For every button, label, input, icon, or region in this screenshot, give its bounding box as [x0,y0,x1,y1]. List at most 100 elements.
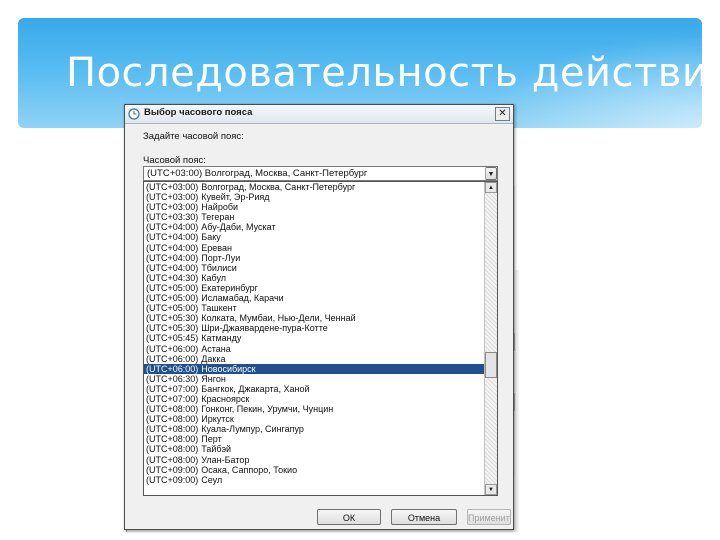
timezone-option-name: Дакка [201,353,226,364]
close-icon[interactable]: ✕ [495,107,510,121]
timezone-option-code: (UTC+05:30) [146,313,199,324]
timezone-option-code: (UTC+04:30) [146,272,199,283]
timezone-option-code: (UTC+06:00) [146,363,199,374]
timezone-option[interactable]: (UTC+08:00) Куала-Лумпур, Сингапур [144,424,484,434]
timezone-option[interactable]: (UTC+06:30) Янгон [144,374,484,384]
timezone-option-name: Баку [201,232,221,243]
timezone-option-name: Улан-Батор [201,454,250,465]
dialog-title: Выбор часового пояса [144,107,253,118]
timezone-option-name: Ереван [201,242,232,253]
timezone-option[interactable]: (UTC+03:00) Кувейт, Эр-Рияд [144,192,484,202]
timezone-select-value: (UTC+03:00) Волгоград, Москва, Санкт-Пет… [147,168,368,179]
timezone-option[interactable]: (UTC+05:45) Катманду [144,333,484,343]
timezone-option[interactable]: (UTC+09:00) Осака, Саппоро, Токио [144,465,484,475]
timezone-option[interactable]: (UTC+04:00) Тбилиси [144,263,484,273]
timezone-option-name: Волгоград, Москва, Санкт-Петербург [201,182,356,192]
timezone-option[interactable]: (UTC+05:30) Колката, Мумбаи, Нью-Дели, Че… [144,313,484,323]
timezone-option[interactable]: (UTC+08:00) Перт [144,434,484,444]
timezone-option-name: Тбилиси [201,262,237,273]
timezone-option[interactable]: (UTC+03:00) Волгоград, Москва, Санкт-Пете… [144,182,484,192]
timezone-option-name: Сеул [201,474,223,485]
timezone-option-name: Новосибирск [201,363,256,374]
timezone-option-code: (UTC+04:00) [146,262,199,273]
scroll-down-icon[interactable]: ▼ [485,484,497,495]
timezone-option[interactable]: (UTC+08:00) Тайбэй [144,444,484,454]
timezone-option-name: Астана [201,343,231,354]
timezone-option[interactable]: (UTC+09:00) Сеул [144,475,484,485]
timezone-option-name: Осака, Саппоро, Токио [201,464,298,475]
timezone-option[interactable]: (UTC+03:30) Тегеран [144,212,484,222]
dialog-buttons: ОК Отмена Применить [125,509,513,529]
timezone-option-code: (UTC+08:00) [146,434,199,445]
timezone-option-code: (UTC+08:00) [146,414,199,425]
timezone-option[interactable]: (UTC+04:00) Ереван [144,243,484,253]
timezone-option-code: (UTC+04:00) [146,242,199,253]
timezone-option-name: Исламабад, Карачи [201,293,284,304]
timezone-option-code: (UTC+07:00) [146,383,199,394]
timezone-option-name: Порт-Луи [201,252,241,263]
scroll-thumb[interactable] [485,352,497,378]
timezone-option[interactable]: (UTC+06:00) Дакка [144,354,484,364]
timezone-label: Часовой пояс: [143,155,206,166]
cancel-button[interactable]: Отмена [391,509,457,525]
slide-title: Последовательность действий [66,50,720,96]
timezone-option[interactable]: (UTC+04:30) Кабул [144,273,484,283]
timezone-option-code: (UTC+03:00) [146,192,199,203]
timezone-option[interactable]: (UTC+03:00) Найроби [144,202,484,212]
chevron-down-icon[interactable]: ▼ [485,167,497,180]
timezone-option-name: Ташкент [201,303,237,314]
clock-icon [128,108,140,120]
timezone-list: (UTC+03:00) Волгоград, Москва, Санкт-Пете… [144,182,484,485]
apply-button[interactable]: Применить [467,509,511,525]
timezone-option-name: Иркутск [201,414,234,425]
timezone-option-name: Екатеринбург [201,282,258,293]
timezone-option[interactable]: (UTC+05:30) Шри-Джаявардене-пура-Котте [144,323,484,333]
list-scrollbar[interactable]: ▲ ▼ [484,182,497,495]
ok-button[interactable]: ОК [317,509,381,525]
timezone-option-code: (UTC+08:00) [146,454,199,465]
timezone-option[interactable]: (UTC+05:00) Исламабад, Карачи [144,293,484,303]
timezone-option-name: Тайбэй [201,444,232,455]
timezone-option-code: (UTC+05:45) [146,333,199,344]
timezone-option-name: Найроби [201,202,239,213]
timezone-option-code: (UTC+04:00) [146,232,199,243]
timezone-option[interactable]: (UTC+04:00) Абу-Даби, Мускат [144,222,484,232]
timezone-option[interactable]: (UTC+08:00) Гонконг, Пекин, Урумчи, Чунци… [144,404,484,414]
timezone-option[interactable]: (UTC+08:00) Иркутск [144,414,484,424]
timezone-option-code: (UTC+05:00) [146,282,199,293]
timezone-option-code: (UTC+05:00) [146,293,199,304]
timezone-option[interactable]: (UTC+07:00) Бангкок, Джакарта, Ханой [144,384,484,394]
timezone-option-name: Бангкок, Джакарта, Ханой [201,383,310,394]
timezone-option[interactable]: (UTC+06:00) Астана [144,344,484,354]
timezone-option-code: (UTC+03:30) [146,212,199,223]
timezone-option[interactable]: (UTC+06:00) Новосибирск [144,363,484,374]
timezone-option[interactable]: (UTC+05:00) Екатеринбург [144,283,484,293]
timezone-option-code: (UTC+08:00) [146,444,199,455]
timezone-option-name: Гонконг, Пекин, Урумчи, Чунцин [201,404,334,415]
timezone-option[interactable]: (UTC+04:00) Баку [144,232,484,242]
timezone-dialog: Выбор часового пояса ✕ Задайте часовой п… [124,104,514,530]
timezone-select[interactable]: (UTC+03:00) Волгоград, Москва, Санкт-Пет… [143,166,498,181]
timezone-option-name: Перт [201,434,222,445]
timezone-option-name: Красноярск [201,393,250,404]
timezone-option-name: Янгон [201,373,226,384]
timezone-option-code: (UTC+09:00) [146,464,199,475]
timezone-option-code: (UTC+06:00) [146,353,199,364]
dialog-prompt: Задайте часовой пояс: [143,131,244,142]
timezone-listbox[interactable]: (UTC+03:00) Волгоград, Москва, Санкт-Пете… [143,181,498,496]
timezone-option-code: (UTC+07:00) [146,393,199,404]
timezone-option[interactable]: (UTC+04:00) Порт-Луи [144,253,484,263]
timezone-option[interactable]: (UTC+07:00) Красноярск [144,394,484,404]
timezone-option-code: (UTC+03:00) [146,202,199,213]
timezone-option-code: (UTC+09:00) [146,474,199,485]
timezone-option-name: Куала-Лумпур, Сингапур [201,424,304,435]
dialog-titlebar[interactable]: Выбор часового пояса ✕ [125,105,513,124]
timezone-option-name: Катманду [201,333,242,344]
timezone-option-code: (UTC+06:00) [146,343,199,354]
timezone-option-code: (UTC+08:00) [146,424,199,435]
timezone-option-name: Шри-Джаявардене-пура-Котте [201,323,328,334]
timezone-option-code: (UTC+05:00) [146,303,199,314]
scroll-up-icon[interactable]: ▲ [485,182,497,193]
timezone-option[interactable]: (UTC+08:00) Улан-Батор [144,455,484,465]
timezone-option[interactable]: (UTC+05:00) Ташкент [144,303,484,313]
